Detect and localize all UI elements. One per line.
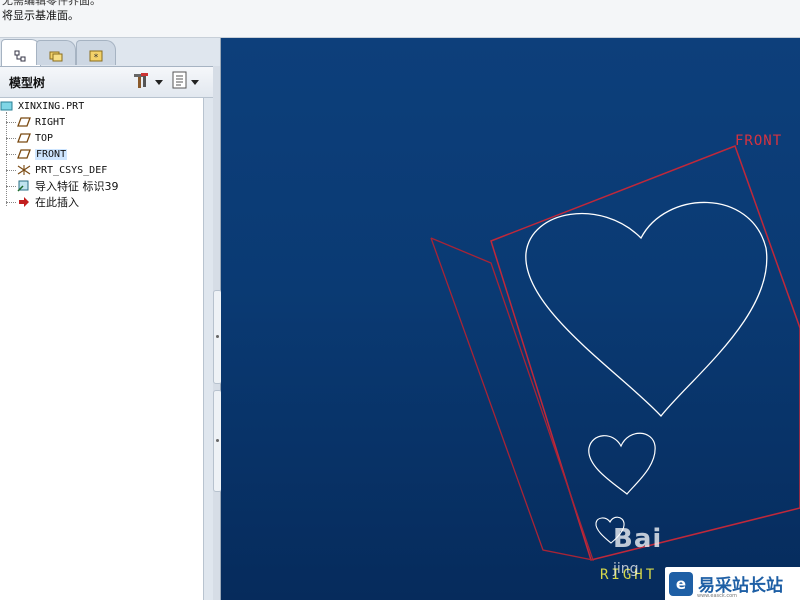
tree-item-front[interactable]: FRONT (17, 147, 68, 161)
message-area: 无需编辑零件界面。 将显示基准面。 (0, 0, 800, 38)
tree-item-label: RIGHT (35, 116, 66, 128)
tree-item-insert-here[interactable]: 在此插入 (17, 195, 79, 209)
tree-item-csys[interactable]: PRT_CSYS_DEF (17, 163, 107, 177)
watermark-jingyan: jing (613, 561, 639, 577)
tree-item-import-feature[interactable]: 导入特征 标识39 (17, 179, 119, 193)
tree-item-label: TOP (35, 132, 54, 144)
model-tree: XINXING.PRT RIGHT TOP FRONT PRT_CSYS_DEF (0, 98, 204, 600)
model-graphics (430, 145, 800, 561)
tree-item-label: FRONT (35, 148, 68, 160)
tree-item-root[interactable]: XINXING.PRT (0, 99, 84, 113)
tree-item-right[interactable]: RIGHT (17, 115, 65, 129)
folder-icon (49, 47, 63, 62)
model-tree-icon (14, 47, 28, 62)
part-icon (0, 100, 14, 112)
datum-plane-icon (17, 132, 31, 144)
datum-plane-icon (17, 148, 31, 160)
tree-item-top[interactable]: TOP (17, 131, 53, 145)
datum-plane-front (490, 145, 800, 561)
list-icon (172, 71, 188, 93)
site-logo: e 易采站长站 www.easck.com (665, 567, 800, 600)
datum-label-front: FRONT (735, 133, 783, 149)
tree-item-label: 导入特征 标识39 (35, 180, 119, 193)
logo-mark-icon: e (669, 571, 693, 596)
model-tree-title: 模型树 (9, 76, 46, 90)
show-dropdown[interactable] (172, 71, 199, 93)
graphics-window[interactable]: FRONT RIGHT Bai jing e 易采站长站 www.easck.c… (221, 38, 800, 600)
tab-model-tree[interactable] (1, 39, 41, 66)
svg-text:*: * (94, 53, 99, 62)
csys-icon (17, 164, 31, 176)
chevron-down-icon (191, 79, 199, 85)
model-tree-header: 模型树 (0, 66, 213, 98)
navigator-panel: * 模型树 XINXING.PRT RIGHT TOP FRONT PRT_CS… (0, 38, 222, 600)
small-heart-curve (588, 432, 656, 495)
tree-item-label: PRT_CSYS_DEF (35, 164, 108, 176)
favorites-icon: * (89, 47, 103, 63)
datum-plane-right (430, 237, 594, 561)
insert-here-icon (17, 196, 31, 208)
logo-url: www.easck.com (697, 593, 738, 599)
navigator-tabs: * (0, 38, 220, 66)
datum-plane-icon (17, 116, 31, 128)
tree-item-label: XINXING.PRT (18, 100, 85, 112)
tab-folder-browser[interactable] (36, 40, 76, 65)
large-heart-curve (525, 201, 768, 417)
import-feature-icon (17, 180, 31, 192)
watermark-baidu: Bai (613, 524, 663, 554)
tools-icon (132, 71, 152, 93)
tab-favorites[interactable]: * (76, 40, 116, 65)
message-line-2: 将显示基准面。 (2, 9, 79, 22)
chevron-down-icon (155, 79, 163, 85)
tree-item-label: 在此插入 (35, 196, 79, 209)
settings-dropdown[interactable] (132, 71, 163, 93)
